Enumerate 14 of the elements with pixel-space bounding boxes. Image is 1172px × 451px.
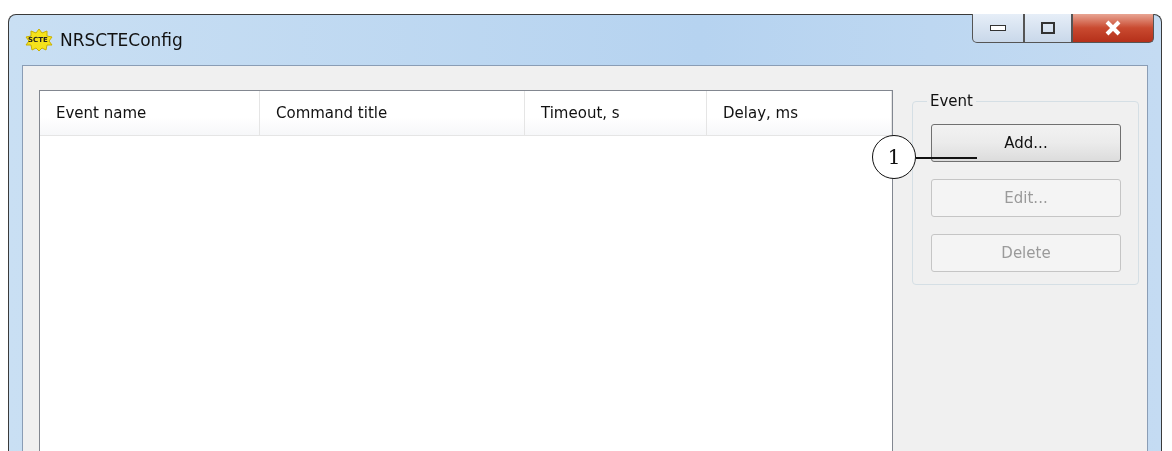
column-header[interactable]: Event name: [40, 91, 260, 135]
leader-line: [916, 157, 977, 159]
close-button[interactable]: [1072, 14, 1154, 43]
action-button[interactable]: Add...: [931, 124, 1121, 162]
maximize-icon: [1041, 22, 1055, 34]
window-title: NRSCTEConfig: [60, 30, 183, 50]
gear-logo-icon: [24, 28, 54, 52]
column-header[interactable]: Timeout, s: [525, 91, 707, 135]
maximize-button[interactable]: [1024, 14, 1072, 43]
column-header[interactable]: Delay, ms: [707, 91, 892, 135]
column-header[interactable]: Command title: [260, 91, 525, 135]
minimize-icon: [990, 25, 1006, 31]
close-icon: [1104, 20, 1122, 36]
minimize-button[interactable]: [972, 14, 1024, 43]
